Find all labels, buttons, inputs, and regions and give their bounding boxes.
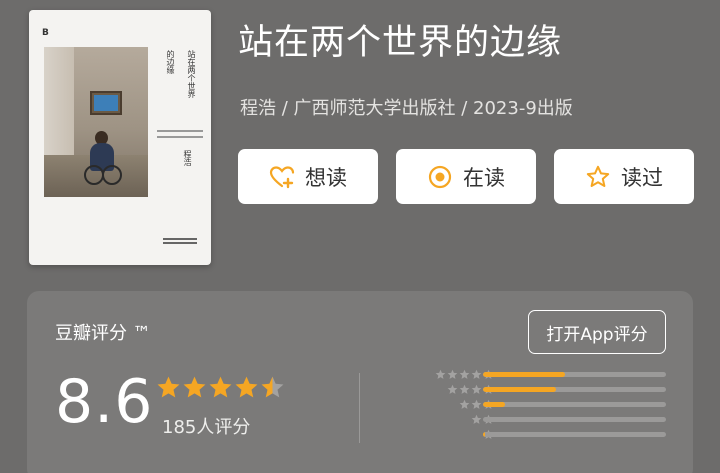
distribution-bar-fill (483, 387, 557, 392)
rating-score: 8.6 (55, 367, 154, 437)
distribution-row (407, 414, 687, 424)
distribution-bar-fill (483, 372, 566, 377)
star-icon (459, 399, 470, 409)
rating-star-icon (261, 376, 284, 398)
distribution-bar (483, 432, 666, 437)
star-icon (447, 369, 458, 379)
distribution-row (407, 399, 687, 409)
star-icon (471, 384, 482, 394)
have-read-button[interactable]: 读过 (554, 149, 694, 204)
distribution-bar (483, 372, 666, 377)
rating-star-icon (209, 376, 232, 398)
star-icon (471, 399, 482, 409)
rating-star-icon (183, 376, 206, 398)
star-icon (447, 384, 458, 394)
rating-stars (156, 375, 285, 400)
distribution-bar (483, 387, 666, 392)
reading-button[interactable]: 在读 (396, 149, 536, 204)
read-label: 读过 (621, 165, 663, 190)
distribution-row (407, 429, 687, 439)
book-cover[interactable]: B 站在两个世界 的边缘 程浩 (29, 10, 211, 265)
rating-count: 185人评分 (162, 417, 251, 438)
star-icon (435, 369, 446, 379)
heart-plus-icon (269, 165, 295, 188)
star-outline-icon (586, 165, 610, 187)
target-circle-icon (428, 165, 452, 188)
distribution-bar-fill (483, 432, 485, 437)
distribution-bar (483, 417, 666, 422)
reading-label: 在读 (463, 165, 505, 190)
star-icon (471, 414, 482, 424)
rating-label: 豆瓣评分 ™ (55, 323, 151, 344)
distribution-bar (483, 402, 666, 407)
want-to-read-button[interactable]: 想读 (238, 149, 378, 204)
open-app-rate-button[interactable]: 打开App评分 (528, 310, 666, 354)
cover-title: 站在两个世界 (187, 50, 196, 98)
cover-title-2: 的边缘 (166, 50, 175, 74)
cover-author: 程浩 (183, 150, 192, 166)
cover-blurb (157, 130, 203, 148)
publisher-logo: B (42, 28, 49, 38)
distribution-bar-fill (483, 402, 505, 407)
star-icon (459, 384, 470, 394)
distribution-row (407, 384, 687, 394)
rating-star-icon (235, 376, 258, 398)
cover-publisher-mark (163, 238, 197, 248)
book-meta: 程浩 / 广西师范大学出版社 / 2023-9出版 (240, 98, 573, 119)
star-icon (459, 369, 470, 379)
star-icon (471, 369, 482, 379)
divider (359, 373, 360, 443)
want-label: 想读 (305, 165, 347, 190)
cover-illustration (44, 47, 148, 197)
distribution-row (407, 369, 687, 379)
rating-star-icon (157, 376, 180, 398)
rating-card: 豆瓣评分 ™ 打开App评分 8.6 185人评分 (27, 291, 693, 473)
book-title: 站在两个世界的边缘 (238, 23, 563, 63)
